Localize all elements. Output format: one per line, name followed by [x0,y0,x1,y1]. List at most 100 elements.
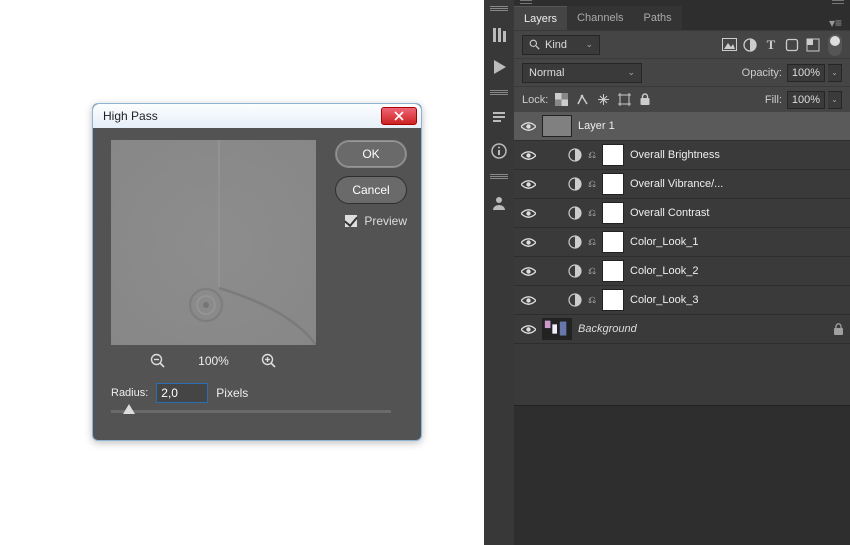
tab-channels[interactable]: Channels [567,6,633,30]
panel-menu-icon[interactable]: ▾≡ [821,16,850,30]
filter-toggle[interactable] [828,34,842,56]
layer-thumbnail[interactable] [542,115,572,137]
layer-name[interactable]: Color_Look_3 [630,294,699,306]
visibility-toggle[interactable] [520,176,536,192]
mask-thumbnail[interactable] [602,144,624,166]
filter-smart-icon[interactable] [805,37,821,53]
lock-row: Lock: Fill: ⌄ [514,86,850,112]
checkbox-icon [344,214,358,228]
adjustment-icon [568,148,582,162]
layer-row[interactable]: Layer 1 [514,112,850,141]
mask-thumbnail[interactable] [602,231,624,253]
layer-row[interactable]: ⎌ Color_Look_1 [514,228,850,257]
dialog-titlebar[interactable]: High Pass [93,104,421,128]
fill-dropdown[interactable]: ⌄ [828,91,842,109]
play-icon[interactable] [490,58,508,76]
panel-tabs: Layers Channels Paths ▾≡ [514,6,850,30]
grip-icon[interactable] [490,174,508,180]
preview-checkbox[interactable]: Preview [344,214,407,228]
filter-kind-row: Kind ⌄ T [514,30,850,58]
blend-mode-select[interactable]: Normal⌄ [522,63,642,83]
filter-preview-image[interactable] [111,140,316,345]
visibility-toggle[interactable] [520,118,536,134]
visibility-toggle[interactable] [520,321,536,337]
opacity-label: Opacity: [742,67,782,79]
person-icon[interactable] [490,194,508,212]
layer-row[interactable]: ⎌ Color_Look_3 [514,286,850,315]
zoom-percent: 100% [198,354,229,368]
mask-thumbnail[interactable] [602,202,624,224]
collapsed-panel-strip [484,0,514,545]
paragraph-icon[interactable] [490,110,508,128]
visibility-toggle[interactable] [520,292,536,308]
high-pass-dialog: High Pass [92,103,422,441]
layer-name[interactable]: Layer 1 [578,120,615,132]
kind-select[interactable]: Kind ⌄ [522,35,600,55]
lock-artboard-icon[interactable] [616,92,632,108]
layer-name[interactable]: Overall Brightness [630,149,720,161]
fill-input[interactable] [787,91,825,109]
fill-label: Fill: [765,94,782,106]
link-icon[interactable]: ⎌ [588,150,596,161]
radius-slider-track[interactable] [111,410,391,413]
mask-thumbnail[interactable] [602,260,624,282]
panel-icon-1[interactable] [490,26,508,44]
lock-all-icon[interactable] [637,92,653,108]
radius-slider-thumb[interactable] [123,404,135,414]
layer-name[interactable]: Color_Look_2 [630,265,699,277]
panels-dock: Layers Channels Paths ▾≡ Kind ⌄ T Normal… [484,0,850,545]
lock-position-icon[interactable] [595,92,611,108]
filter-adjustment-icon[interactable] [742,37,758,53]
adjustment-icon [568,293,582,307]
link-icon[interactable]: ⎌ [588,237,596,248]
layer-thumbnail[interactable] [542,318,572,340]
info-icon[interactable] [490,142,508,160]
lock-icon [833,323,844,336]
link-icon[interactable]: ⎌ [588,295,596,306]
layer-row[interactable]: ⎌ Color_Look_2 [514,257,850,286]
link-icon[interactable]: ⎌ [588,179,596,190]
adjustment-icon [568,235,582,249]
dialog-title: High Pass [103,109,158,123]
lock-label: Lock: [522,94,548,106]
zoom-in-button[interactable] [261,353,277,369]
layer-row[interactable]: ⎌ Overall Contrast [514,199,850,228]
filter-type-icon[interactable]: T [763,37,779,53]
opacity-input[interactable] [787,64,825,82]
visibility-toggle[interactable] [520,147,536,163]
adjustment-icon [568,206,582,220]
close-button[interactable] [381,107,417,125]
link-icon[interactable]: ⎌ [588,266,596,277]
filter-shape-icon[interactable] [784,37,800,53]
layer-row[interactable]: ⎌ Overall Vibrance/... [514,170,850,199]
search-icon [529,39,540,50]
lock-transparency-icon[interactable] [553,92,569,108]
filter-pixel-icon[interactable] [721,37,737,53]
visibility-toggle[interactable] [520,263,536,279]
layer-row[interactable]: ⎌ Overall Brightness [514,141,850,170]
mask-thumbnail[interactable] [602,289,624,311]
link-icon[interactable]: ⎌ [588,208,596,219]
zoom-out-button[interactable] [150,353,166,369]
grip-icon[interactable] [490,90,508,96]
radius-input[interactable] [156,383,208,403]
layer-name[interactable]: Overall Vibrance/... [630,178,723,190]
ok-button[interactable]: OK [335,140,407,168]
layer-list: Layer 1 ⎌ Overall Brightness ⎌ Overall V… [514,112,850,405]
opacity-dropdown[interactable]: ⌄ [828,64,842,82]
layer-name[interactable]: Color_Look_1 [630,236,699,248]
radius-unit: Pixels [216,386,248,400]
visibility-toggle[interactable] [520,234,536,250]
grip-icon[interactable] [490,6,508,12]
tab-layers[interactable]: Layers [514,6,567,30]
adjustment-icon [568,264,582,278]
cancel-button[interactable]: Cancel [335,176,407,204]
layer-name[interactable]: Overall Contrast [630,207,709,219]
panel-empty-area [514,405,850,545]
layer-name[interactable]: Background [578,323,637,335]
mask-thumbnail[interactable] [602,173,624,195]
lock-image-icon[interactable] [574,92,590,108]
layer-row[interactable]: Background [514,315,850,344]
visibility-toggle[interactable] [520,205,536,221]
tab-paths[interactable]: Paths [634,6,682,30]
